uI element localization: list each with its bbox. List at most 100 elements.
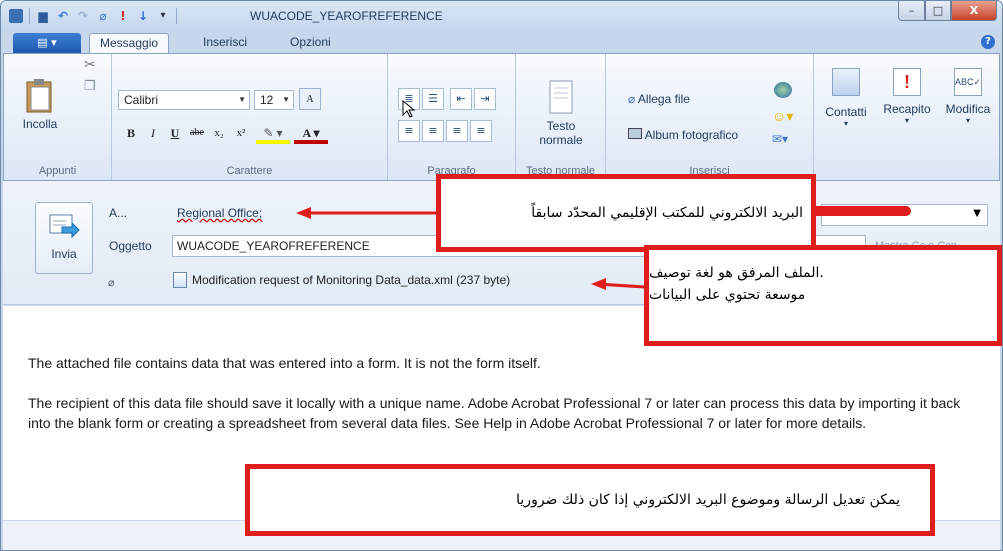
callout-text-2a: .الملف المرفق هو لغة توصيف xyxy=(649,265,824,281)
send-icon xyxy=(49,214,80,239)
contacts-button[interactable]: Contatti ▾ xyxy=(818,64,874,128)
undo-icon[interactable]: ↶ xyxy=(56,9,70,23)
subscript-button[interactable]: x₂ xyxy=(208,122,230,144)
normal-text-label-2: normale xyxy=(539,133,583,147)
send-button[interactable]: Invia xyxy=(35,202,93,274)
contacts-label: Contatti xyxy=(825,105,867,119)
highlight-icon[interactable]: ✎ ▾ xyxy=(256,122,290,144)
delivery-label: Recapito xyxy=(883,102,931,116)
italic-button[interactable]: I xyxy=(142,122,164,144)
attach-file-label: Allega file xyxy=(637,92,690,106)
decrease-indent-icon[interactable]: ⇤ xyxy=(450,88,472,110)
edit-button[interactable]: ABC✓ Modifica ▾ xyxy=(938,64,998,125)
to-value: Regional Office; xyxy=(177,206,263,220)
title-bar: ▆ ↶ ↷ ⌀ ! ↓ ▾ WUACODE_YEAROFREFERENCE – … xyxy=(1,1,1002,31)
font-size-value: 12 xyxy=(260,93,274,107)
minimize-button[interactable]: – xyxy=(898,1,925,21)
tab-messaggio[interactable]: Messaggio xyxy=(89,33,170,53)
normal-text-button[interactable]: Testo normale xyxy=(530,80,592,147)
align-center-icon[interactable]: ≡ xyxy=(422,120,444,142)
strikethrough-button[interactable]: abe xyxy=(186,122,208,144)
attachment-name: Modification request of Monitoring Data_… xyxy=(192,273,511,287)
xml-file-icon xyxy=(173,272,187,288)
signature-icon[interactable]: ✉▾ xyxy=(772,132,788,146)
font-name-combo[interactable]: Calibri ▼ xyxy=(118,90,250,110)
justify-icon[interactable]: ≡ xyxy=(470,120,492,142)
body-paragraph-2: The recipient of this data file should s… xyxy=(28,395,961,431)
paragraph-group: ≣ ☰ ⇤ ⇥ ≡ ≡ ≡ ≡ Paragrafo xyxy=(388,54,516,180)
edit-label: Modifica xyxy=(945,102,991,116)
document-icon xyxy=(549,80,573,114)
subject-label: Oggetto xyxy=(109,239,152,253)
align-right-icon[interactable]: ≡ xyxy=(446,120,468,142)
importance-big-icon: ! xyxy=(893,68,921,96)
customize-icon[interactable]: ▾ xyxy=(156,9,170,23)
window-controls: – □ X xyxy=(898,1,997,21)
tools-group: Contatti ▾ ! Recapito ▾ ABC✓ Modifica ▾ xyxy=(814,54,1001,180)
attachment-item[interactable]: Modification request of Monitoring Data_… xyxy=(173,272,510,288)
down-arrow-icon[interactable]: ↓ xyxy=(136,9,150,23)
file-menu-button[interactable]: ▤ ▾ xyxy=(13,33,81,53)
send-label: Invia xyxy=(51,247,77,261)
close-button[interactable]: X xyxy=(951,1,997,21)
paste-button[interactable]: Incolla xyxy=(18,78,62,131)
align-left-icon[interactable]: ≡ xyxy=(398,120,420,142)
mouse-pointer-icon xyxy=(402,100,416,118)
superscript-button[interactable]: x² xyxy=(230,122,252,144)
font-size-combo[interactable]: 12 ▼ xyxy=(254,90,294,110)
paperclip-icon: ⌀ xyxy=(628,92,636,106)
attach-icon[interactable]: ⌀ xyxy=(96,9,110,23)
help-icon[interactable]: ? xyxy=(981,35,995,49)
chevron-down-icon: ▼ xyxy=(282,95,290,104)
photo-album-button[interactable]: Album fotografico xyxy=(628,128,738,142)
annotation-callout-to: البريد الالكتروني للمكتب الإقليمي المحدّ… xyxy=(436,174,816,252)
insert-group: ⌀ Allega file Album fotografico ☺▾ ✉▾ In… xyxy=(606,54,814,180)
globe-icon[interactable] xyxy=(774,82,792,98)
bulleted-list-icon[interactable]: ☰ xyxy=(422,88,444,110)
tab-opzioni[interactable]: Opzioni xyxy=(280,33,341,53)
copy-icon[interactable]: ❐ xyxy=(84,78,96,94)
attachment-clip-icon: ⌀ xyxy=(108,276,115,289)
clipboard-group-label: Appunti xyxy=(38,165,77,177)
clipboard-group: Incolla ✂ ❐ Appunti xyxy=(4,54,112,180)
window-title: WUACODE_YEAROFREFERENCE xyxy=(250,9,443,23)
cut-icon[interactable]: ✂ xyxy=(84,56,96,73)
paste-label: Incolla xyxy=(22,117,58,131)
normal-text-group: Testo normale Testo normale xyxy=(516,54,606,180)
to-field[interactable]: Regional Office; xyxy=(177,206,262,220)
app-icon[interactable] xyxy=(9,9,23,23)
from-account-dropdown[interactable]: ▼ xyxy=(821,204,988,226)
clear-format-icon[interactable]: A xyxy=(299,88,321,110)
normal-text-label-1: Testo xyxy=(546,119,576,133)
ribbon: Incolla ✂ ❐ Appunti Calibri ▼ 12 ▼ A B I… xyxy=(3,53,1000,181)
annotation-callout-attachment: .الملف المرفق هو لغة توصيف موسعة تحتوي ع… xyxy=(644,245,1002,346)
tab-inserisci[interactable]: Inserisci xyxy=(193,33,257,53)
importance-icon[interactable]: ! xyxy=(116,9,130,23)
callout-text-3: يمكن تعديل الرسالة وموضوع البريد الالكتر… xyxy=(516,492,900,508)
redo-icon[interactable]: ↷ xyxy=(76,9,90,23)
emoticon-icon[interactable]: ☺▾ xyxy=(772,108,793,125)
callout-text-2b: موسعة تحتوي على البيانات xyxy=(649,287,806,303)
underline-button[interactable]: U xyxy=(164,122,186,144)
save-icon[interactable]: ▆ xyxy=(36,9,50,23)
outlook-compose-window: ▆ ↶ ↷ ⌀ ! ↓ ▾ WUACODE_YEAROFREFERENCE – … xyxy=(0,0,1003,551)
chevron-down-icon: ▼ xyxy=(973,208,981,219)
delivery-button[interactable]: ! Recapito ▾ xyxy=(878,64,936,125)
contacts-icon xyxy=(832,68,860,96)
separator xyxy=(176,8,177,24)
annotation-callout-editable: يمكن تعديل الرسالة وموضوع البريد الالكتر… xyxy=(245,464,935,536)
photo-album-label: Album fotografico xyxy=(644,128,739,142)
separator xyxy=(29,8,30,24)
font-name-value: Calibri xyxy=(124,93,159,107)
chevron-down-icon: ▼ xyxy=(238,95,246,104)
font-color-icon[interactable]: A ▾ xyxy=(294,122,328,144)
bold-button[interactable]: B xyxy=(120,122,142,144)
increase-indent-icon[interactable]: ⇥ xyxy=(474,88,496,110)
font-group: Calibri ▼ 12 ▼ A B I U abe x₂ x² ✎ ▾ A ▾… xyxy=(112,54,388,180)
to-label[interactable]: A... xyxy=(109,206,127,220)
quick-access-toolbar: ▆ ↶ ↷ ⌀ ! ↓ ▾ xyxy=(9,8,177,24)
body-paragraph-1: The attached file contains data that was… xyxy=(28,355,541,371)
maximize-button[interactable]: □ xyxy=(925,1,951,21)
body-text: The attached file contains data that was… xyxy=(28,353,968,453)
attach-file-button[interactable]: ⌀ Allega file xyxy=(628,92,690,106)
